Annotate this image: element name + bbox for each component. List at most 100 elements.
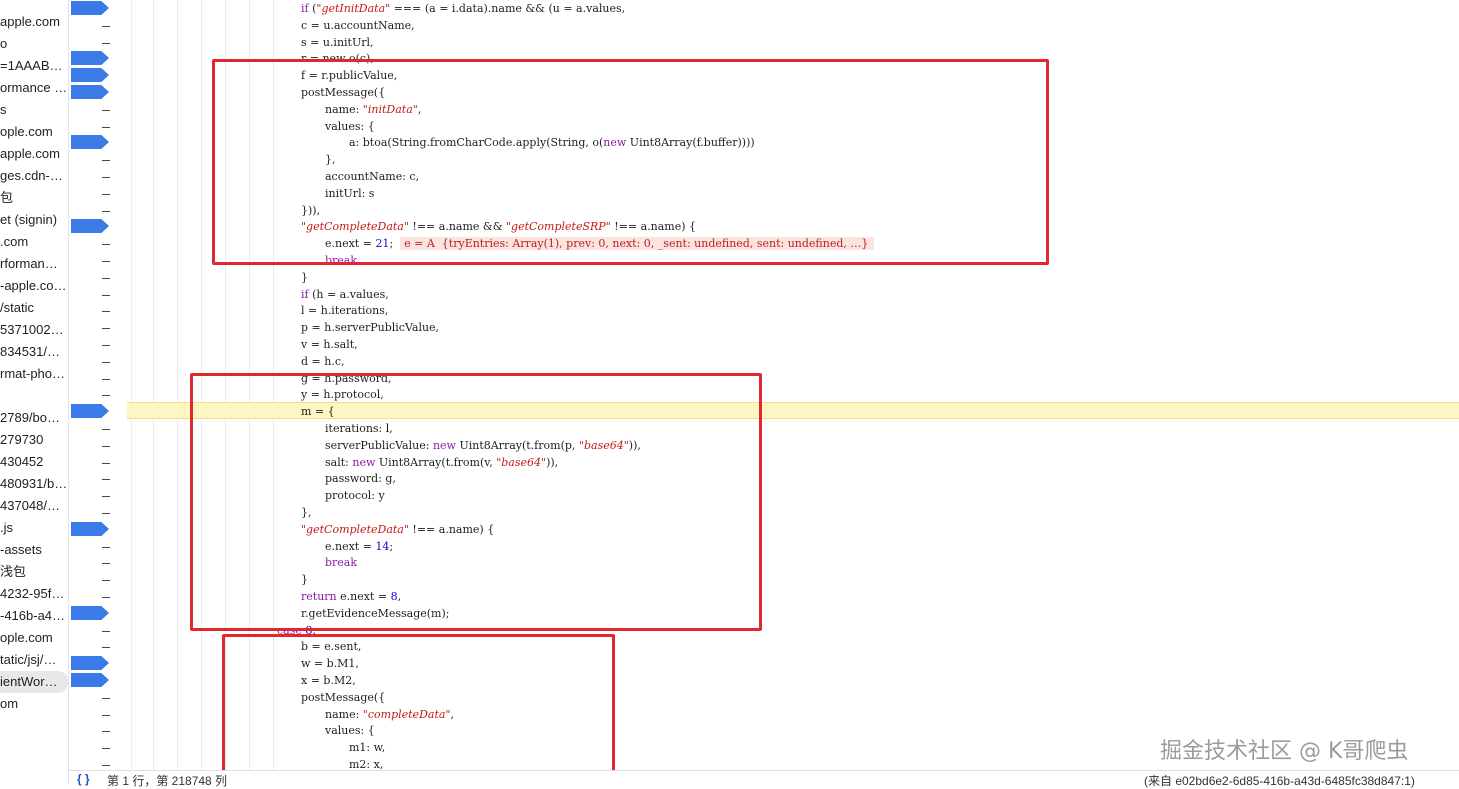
file-item[interactable]: ges.cdn-… xyxy=(0,165,68,187)
file-item[interactable]: =1AAAB… xyxy=(0,55,68,77)
file-item[interactable]: rforman… xyxy=(0,253,68,275)
line-marker[interactable] xyxy=(102,597,110,598)
annotation-box-evidence-params xyxy=(190,373,762,631)
indent-guide xyxy=(153,0,154,770)
line-marker[interactable] xyxy=(102,244,110,245)
line-marker[interactable] xyxy=(102,278,110,279)
line-marker[interactable] xyxy=(102,311,110,312)
line-marker[interactable] xyxy=(102,160,110,161)
file-item[interactable]: ople.com xyxy=(0,121,68,143)
line-marker[interactable] xyxy=(102,379,110,380)
file-item[interactable]: et (signin) xyxy=(0,209,68,231)
file-item[interactable]: tatic/jsj/… xyxy=(0,649,68,671)
line-marker[interactable] xyxy=(102,731,110,732)
breakpoint-marker[interactable] xyxy=(71,404,109,418)
pretty-print-icon[interactable]: { } xyxy=(77,772,90,786)
cursor-position: 第 1 行，第 218748 列 xyxy=(107,774,228,788)
file-item[interactable]: -apple.co… xyxy=(0,275,68,297)
breakpoint-marker[interactable] xyxy=(71,606,109,620)
file-item[interactable]: 834531/… xyxy=(0,341,68,363)
file-item[interactable]: -416b-a4… xyxy=(0,605,68,627)
line-marker[interactable] xyxy=(102,328,110,329)
line-marker[interactable] xyxy=(102,547,110,548)
line-marker[interactable] xyxy=(102,127,110,128)
code-line[interactable]: s = u.initUrl, xyxy=(301,34,374,51)
breakpoint-marker[interactable] xyxy=(71,51,109,65)
breakpoint-marker[interactable] xyxy=(71,522,109,536)
code-line[interactable]: d = h.c, xyxy=(301,353,345,370)
code-line[interactable]: if ("getInitData" === (a = i.data).name … xyxy=(301,0,625,17)
code-token: "getInitData" xyxy=(316,2,391,15)
line-marker[interactable] xyxy=(102,110,110,111)
breakpoint-marker[interactable] xyxy=(71,68,109,82)
line-marker[interactable] xyxy=(102,715,110,716)
line-marker[interactable] xyxy=(102,580,110,581)
file-item[interactable]: 480931/b… xyxy=(0,473,68,495)
file-item[interactable]: 包 xyxy=(0,187,68,209)
line-marker[interactable] xyxy=(102,194,110,195)
file-item[interactable]: 279730 xyxy=(0,429,68,451)
file-item[interactable]: ientWor… xyxy=(0,671,68,693)
file-item[interactable]: apple.com xyxy=(0,143,68,165)
line-marker[interactable] xyxy=(102,496,110,497)
file-item[interactable]: 4232-95f… xyxy=(0,583,68,605)
line-marker[interactable] xyxy=(102,463,110,464)
file-item[interactable]: ormance … xyxy=(0,77,68,99)
file-item[interactable]: s xyxy=(0,99,68,121)
breakpoint-marker[interactable] xyxy=(71,85,109,99)
file-item[interactable]: om xyxy=(0,693,68,715)
line-marker[interactable] xyxy=(102,765,110,766)
code-token: p = h.serverPublicValue, xyxy=(301,321,440,334)
line-marker[interactable] xyxy=(102,698,110,699)
code-line[interactable]: if (h = a.values, xyxy=(301,286,389,303)
indent-guide xyxy=(131,0,132,770)
code-token: c = u.accountName, xyxy=(301,19,415,32)
breakpoint-marker[interactable] xyxy=(71,656,109,670)
code-line[interactable]: } xyxy=(301,269,308,286)
code-token: } xyxy=(301,271,308,284)
line-marker[interactable] xyxy=(102,362,110,363)
line-marker[interactable] xyxy=(102,43,110,44)
line-marker[interactable] xyxy=(102,748,110,749)
line-marker[interactable] xyxy=(102,631,110,632)
line-marker[interactable] xyxy=(102,295,110,296)
line-marker[interactable] xyxy=(102,647,110,648)
code-line[interactable]: v = h.salt, xyxy=(301,336,358,353)
line-marker[interactable] xyxy=(102,345,110,346)
code-line[interactable]: c = u.accountName, xyxy=(301,17,415,34)
line-marker[interactable] xyxy=(102,211,110,212)
line-marker[interactable] xyxy=(102,513,110,514)
file-item[interactable]: 430452 xyxy=(0,451,68,473)
line-marker[interactable] xyxy=(102,177,110,178)
line-marker[interactable] xyxy=(102,26,110,27)
file-item[interactable]: 5371002… xyxy=(0,319,68,341)
code-token: l = h.iterations, xyxy=(301,304,389,317)
file-item[interactable]: /static xyxy=(0,297,68,319)
line-marker[interactable] xyxy=(102,446,110,447)
breakpoint-marker[interactable] xyxy=(71,673,109,687)
line-marker[interactable] xyxy=(102,395,110,396)
file-item[interactable] xyxy=(0,385,68,407)
line-marker[interactable] xyxy=(102,261,110,262)
file-item[interactable]: 2789/bo… xyxy=(0,407,68,429)
file-item[interactable]: o xyxy=(0,33,68,55)
file-item[interactable]: .js xyxy=(0,517,68,539)
breakpoint-marker[interactable] xyxy=(71,219,109,233)
breakpoint-marker[interactable] xyxy=(71,1,109,15)
breakpoint-marker[interactable] xyxy=(71,135,109,149)
file-item[interactable]: rmat-pho… xyxy=(0,363,68,385)
file-item[interactable]: 浅包 xyxy=(0,561,68,583)
file-item[interactable]: ople.com xyxy=(0,627,68,649)
line-marker[interactable] xyxy=(102,479,110,480)
line-marker[interactable] xyxy=(102,563,110,564)
line-marker[interactable] xyxy=(102,429,110,430)
code-line[interactable]: l = h.iterations, xyxy=(301,302,388,319)
code-line[interactable]: p = h.serverPublicValue, xyxy=(301,319,439,336)
file-item[interactable]: apple.com xyxy=(0,11,68,33)
file-item[interactable]: 437048/… xyxy=(0,495,68,517)
source-origin[interactable]: (来自 e02bd6e2-6d85-416b-a43d-6485fc38d847… xyxy=(1144,772,1415,789)
annotation-box-complete-data xyxy=(222,634,615,780)
file-item[interactable]: -assets xyxy=(0,539,68,561)
line-gutter xyxy=(69,0,127,770)
file-item[interactable]: .com xyxy=(0,231,68,253)
